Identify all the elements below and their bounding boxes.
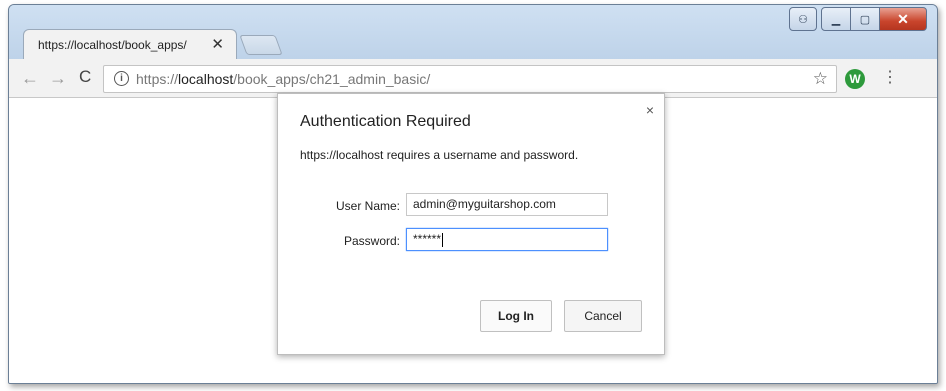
menu-icon[interactable]: ⋮ xyxy=(875,67,905,87)
username-label: User Name: xyxy=(335,199,400,213)
close-window-button[interactable]: ✕ xyxy=(880,7,927,31)
maximize-button[interactable]: ▢ xyxy=(851,7,880,31)
window-controls: ⚇ ▁ ▢ ✕ xyxy=(789,7,927,31)
dialog-message: https://localhost requires a username an… xyxy=(300,148,579,162)
password-mask: ****** xyxy=(413,232,442,246)
url-scheme: https:// xyxy=(136,71,179,87)
address-bar[interactable]: i https://localhost/book_apps/ch21_admin… xyxy=(103,65,837,93)
auth-dialog: × Authentication Required https://localh… xyxy=(277,93,665,355)
minimize-button[interactable]: ▁ xyxy=(821,7,851,31)
reload-icon[interactable]: C xyxy=(79,67,91,87)
password-label: Password: xyxy=(343,234,400,248)
back-arrow-icon[interactable]: ← xyxy=(21,68,39,89)
tab-title: https://localhost/book_apps/ xyxy=(38,38,187,52)
dialog-close-icon[interactable]: × xyxy=(646,102,654,118)
browser-window: ⚇ ▁ ▢ ✕ https://localhost/book_apps/ ✕ ←… xyxy=(8,4,938,384)
password-field[interactable]: ****** xyxy=(406,228,608,251)
bookmark-star-icon[interactable]: ☆ xyxy=(813,69,828,89)
dialog-title: Authentication Required xyxy=(300,113,471,130)
text-caret xyxy=(442,232,444,247)
url-host: localhost xyxy=(178,71,234,87)
profile-icon[interactable]: ⚇ xyxy=(789,7,817,31)
new-tab-button[interactable] xyxy=(239,35,283,55)
url-path: /book_apps/ch21_admin_basic/ xyxy=(233,71,431,87)
login-button[interactable]: Log In xyxy=(480,300,552,332)
tab-close-icon[interactable]: ✕ xyxy=(211,35,224,53)
extension-icon[interactable]: W xyxy=(845,69,865,89)
browser-tab[interactable]: https://localhost/book_apps/ ✕ xyxy=(23,29,237,60)
info-icon[interactable]: i xyxy=(114,71,129,86)
url-text[interactable]: https://localhost/book_apps/ch21_admin_b… xyxy=(136,71,430,87)
forward-arrow-icon[interactable]: → xyxy=(49,68,67,89)
cancel-button[interactable]: Cancel xyxy=(564,300,642,332)
username-field[interactable]: admin@myguitarshop.com xyxy=(406,193,608,216)
